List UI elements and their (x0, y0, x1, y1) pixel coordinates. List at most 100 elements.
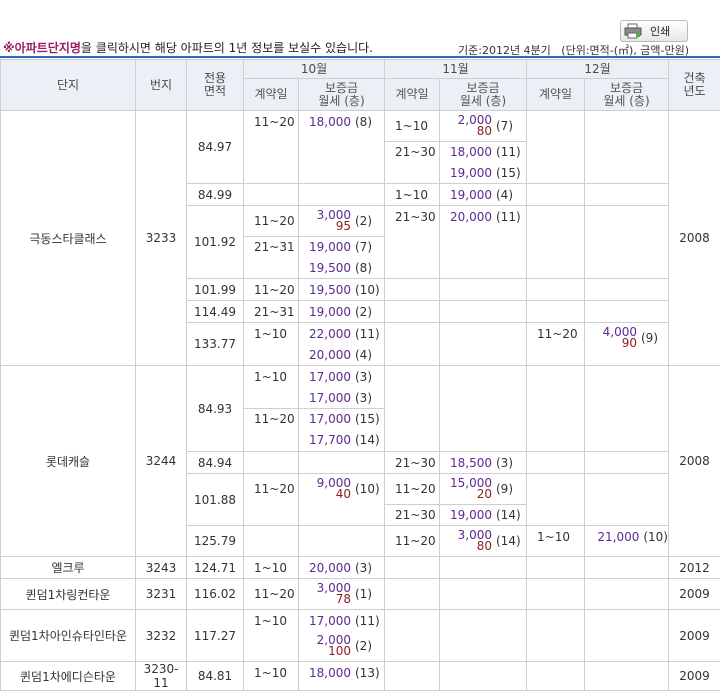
deal: 17,000(3) (299, 366, 384, 387)
deal: 19,500(10) (299, 279, 384, 300)
col-dec-day: 계약일 (527, 79, 585, 111)
contract-day: 21~31 (244, 236, 298, 257)
deal: 18,000(11) (440, 141, 526, 162)
deal: 19,500(8) (299, 257, 384, 278)
built-year: 2008 (669, 111, 720, 366)
complex-lot: 3233 (136, 111, 187, 366)
deal: 18,500(3) (440, 452, 526, 473)
contract-day: 1~10 (244, 662, 298, 683)
built-year: 2012 (669, 557, 720, 579)
deal: 22,000(11) (299, 323, 384, 344)
top-accent-line (0, 56, 720, 58)
contract-day: 1~10 (244, 557, 298, 578)
complex-lot: 3232 (136, 610, 187, 662)
area: 116.02 (187, 579, 244, 610)
deal: 9,00040(10) (299, 474, 384, 504)
contract-day: 1~10 (385, 111, 439, 141)
contract-day: 11~20 (385, 526, 439, 556)
contract-day: 11~20 (244, 279, 298, 300)
col-built-year: 건축 년도 (669, 60, 720, 111)
area: 125.79 (187, 526, 244, 557)
deal: 2,000100(2) (299, 631, 384, 661)
contract-day: 21~30 (385, 141, 439, 162)
notice-rest: 을 클릭하시면 해당 아파트의 1년 정보를 보실수 있습니다. (81, 41, 373, 55)
deal: 3,00080(14) (440, 526, 526, 556)
area: 114.49 (187, 301, 244, 323)
col-oct-day: 계약일 (244, 79, 299, 111)
contract-day: 21~30 (385, 206, 439, 227)
deal: 21,000(10) (585, 526, 668, 547)
deal: 20,000(4) (299, 344, 384, 365)
deal: 2,00080(7) (440, 111, 526, 141)
col-oct: 10월 (244, 60, 385, 79)
col-lot: 번지 (136, 60, 187, 111)
complex-name[interactable]: 엘크루 (1, 557, 136, 579)
contract-day: 1~10 (244, 366, 298, 387)
contract-day: 11~20 (527, 323, 584, 344)
area: 84.97 (187, 111, 244, 184)
deal: 18,000(8) (299, 111, 384, 132)
complex-name[interactable]: 퀸덤1차에디슨타운 (1, 662, 136, 691)
col-complex: 단지 (1, 60, 136, 111)
deal: 17,000(11) (299, 610, 384, 631)
contract-day: 11~20 (244, 408, 298, 429)
deal: 3,00078(1) (299, 579, 384, 609)
complex-lot: 3231 (136, 579, 187, 610)
deal: 3,00095(2) (299, 206, 384, 236)
complex-name[interactable]: 퀸덤1차아인슈타인타운 (1, 610, 136, 662)
built-year: 2009 (669, 579, 720, 610)
contract-day: 21~31 (244, 301, 298, 322)
transaction-table: 단지 번지 전용 면적 10월 11월 12월 건축 년도 계약일 보증금 월세… (0, 59, 720, 691)
contract-day: 21~30 (385, 504, 439, 525)
col-nov: 11월 (385, 60, 527, 79)
contract-day: 1~10 (244, 610, 298, 631)
contract-day: 1~10 (385, 184, 439, 205)
area: 101.99 (187, 279, 244, 301)
area: 101.92 (187, 206, 244, 279)
area: 124.71 (187, 557, 244, 579)
deal: 19,000(7) (299, 236, 384, 257)
deal: 18,000(13) (299, 662, 384, 683)
contract-day: 11~20 (244, 579, 298, 609)
deal: 19,000(15) (440, 162, 526, 183)
built-year: 2009 (669, 610, 720, 662)
deal: 19,000(2) (299, 301, 384, 322)
complex-name[interactable]: 극동스타클래스 (1, 111, 136, 366)
built-year: 2009 (669, 662, 720, 691)
col-nov-day: 계약일 (385, 79, 440, 111)
deal: 17,700(14) (299, 429, 384, 450)
contract-day: 21~30 (385, 452, 439, 473)
col-area: 전용 면적 (187, 60, 244, 111)
deal: 20,000(11) (440, 206, 526, 227)
area: 84.81 (187, 662, 244, 691)
contract-day: 1~10 (244, 323, 298, 344)
complex-name[interactable]: 롯데캐슬 (1, 366, 136, 557)
complex-name[interactable]: 퀸덤1차링컨타운 (1, 579, 136, 610)
area: 133.77 (187, 323, 244, 366)
complex-lot: 3230-11 (136, 662, 187, 691)
notice-mark: ※ (3, 41, 15, 55)
contract-day: 11~20 (244, 111, 298, 132)
col-dec: 12월 (527, 60, 669, 79)
area: 84.94 (187, 452, 244, 474)
deal: 17,000(15) (299, 408, 384, 429)
area: 117.27 (187, 610, 244, 662)
contract-day: 11~20 (385, 474, 439, 504)
contract-day: 11~20 (244, 474, 298, 504)
contract-day: 1~10 (527, 526, 584, 547)
col-nov-price: 보증금 월세 (층) (440, 79, 527, 111)
area: 84.93 (187, 366, 244, 452)
col-oct-price: 보증금 월세 (층) (299, 79, 385, 111)
deal: 15,00020(9) (440, 474, 526, 504)
contract-day: 11~20 (244, 206, 298, 236)
col-dec-price: 보증금 월세 (층) (585, 79, 669, 111)
deal: 4,00090(9) (585, 323, 668, 353)
complex-lot: 3244 (136, 366, 187, 557)
print-button-label: 인쇄 (650, 23, 670, 39)
deal: 19,000(4) (440, 184, 526, 205)
notice-text: ※아파트단지명을 클릭하시면 해당 아파트의 1년 정보를 보실수 있습니다. (3, 39, 373, 56)
complex-lot: 3243 (136, 557, 187, 579)
area: 101.88 (187, 474, 244, 526)
print-button[interactable]: 인쇄 (620, 20, 688, 42)
notice-complex-name-link: 아파트단지명 (15, 41, 81, 55)
